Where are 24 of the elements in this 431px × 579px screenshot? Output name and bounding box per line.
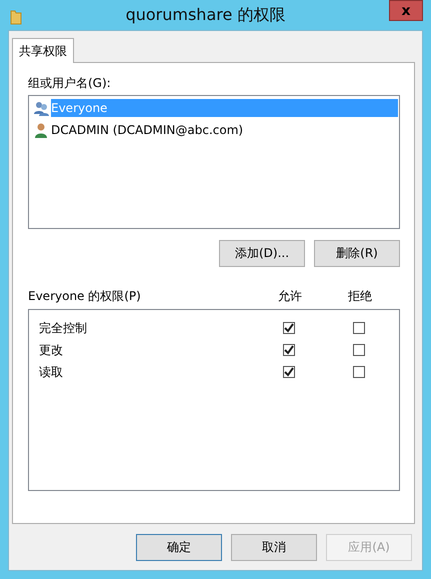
dialog-button[interactable]: 确定 [136, 534, 222, 561]
dialog-button[interactable]: 添加(D)... [219, 240, 305, 267]
checkbox[interactable] [283, 322, 295, 334]
permissions-label: Everyone 的权限(P) [28, 288, 142, 303]
column-header: 允许 [277, 288, 303, 303]
window-title: quorumshare 的权限 [124, 5, 286, 26]
permission-name: 更改 [38, 342, 64, 358]
close-button[interactable]: x [389, 0, 423, 21]
checkbox[interactable] [283, 366, 295, 378]
users-icon [33, 100, 49, 116]
tab[interactable]: 共享权限 [12, 38, 74, 63]
dialog-button[interactable]: 取消 [231, 534, 317, 561]
checkbox[interactable] [353, 344, 365, 356]
permission-name: 读取 [38, 364, 64, 380]
dialog-button[interactable]: 删除(R) [314, 240, 400, 267]
checkbox[interactable] [353, 322, 365, 334]
checkbox[interactable] [353, 366, 365, 378]
folder-icon [10, 9, 22, 25]
checkbox[interactable] [283, 344, 295, 356]
list-item[interactable]: DCADMIN (DCADMIN@abc.com) [51, 121, 398, 139]
permission-name: 完全控制 [38, 320, 88, 336]
users-label: 组或用户名(G): [28, 75, 112, 89]
user-icon [33, 122, 49, 138]
column-header: 拒绝 [347, 288, 373, 303]
